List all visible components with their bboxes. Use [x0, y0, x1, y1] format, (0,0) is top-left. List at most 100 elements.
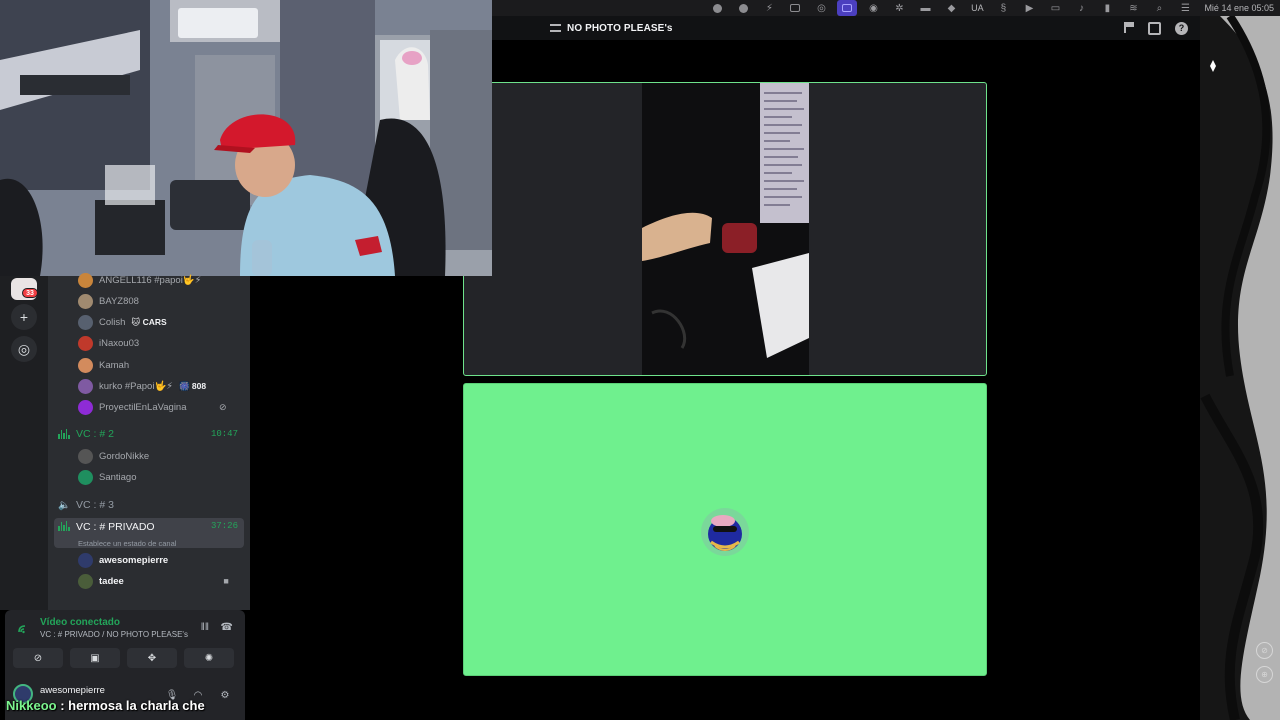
member-row[interactable]: BAYZ808 — [78, 292, 139, 310]
member-row[interactable]: tadee ■ — [78, 572, 229, 590]
battery-icon[interactable]: ▮ — [1094, 0, 1120, 16]
display-icon[interactable] — [782, 0, 808, 16]
target-icon[interactable]: ◎ — [808, 0, 834, 16]
member-tag: 🐱 CARS — [131, 317, 167, 328]
translate-icon[interactable]: ⊘ — [1256, 642, 1273, 659]
video-icon: ■ — [223, 576, 229, 586]
disconnect-icon[interactable]: ☎ — [221, 622, 233, 633]
language-indicator[interactable]: UA — [964, 0, 990, 16]
member-name: Kamah — [99, 359, 130, 371]
gear-icon[interactable]: ⚙ — [218, 688, 232, 702]
connection-channel[interactable]: VC : # PRIVADO / NO PHOTO PLEASE's — [40, 630, 188, 639]
member-row[interactable]: ANGELL116 #papoi🤟⚡ — [78, 271, 201, 289]
compass-icon: ◎ — [17, 340, 31, 357]
plus-icon: + — [19, 309, 29, 325]
server-rail: 33 + ◎ — [0, 276, 48, 610]
macos-menubar: ⚡ ◎ ◉ ✲ ▬ ◆ UA § ▶ ▭ ♪ ▮ ≋ ⌕ ☰ Mié 14 en… — [492, 0, 1280, 16]
desktop-wallpaper — [1200, 16, 1280, 720]
member-avatar — [78, 552, 93, 568]
activities-icon: ✥ — [147, 652, 157, 664]
bolt-icon[interactable]: ⚡ — [756, 0, 782, 16]
member-tag: 🎆 808 — [178, 381, 207, 391]
member-row[interactable]: GordoNikke — [78, 447, 149, 465]
voice-channel-vc3[interactable]: 🔈 VC : # 3 — [54, 495, 244, 515]
username[interactable]: awesomepierre — [40, 685, 105, 696]
member-row[interactable]: Santiago — [78, 469, 137, 487]
member-name: iNaxou03 — [99, 338, 140, 350]
member-avatar — [78, 293, 93, 309]
chat-username: Nikkeoo — [6, 698, 57, 713]
member-name: ANGELL116 #papoi🤟⚡ — [99, 274, 202, 286]
inbox-icon[interactable] — [1148, 21, 1161, 35]
member-row[interactable]: iNaxou03 — [78, 335, 139, 353]
signal-icon[interactable] — [17, 622, 31, 634]
stream-chat-message: Nikkeoo : hermosa la charla che — [6, 698, 205, 713]
window-titlebar: NO PHOTO PLEASE's ? — [492, 16, 1200, 40]
voice-channel-vc2[interactable]: VC : # 2 10:47 — [54, 424, 244, 444]
member-avatar — [78, 448, 93, 464]
voice-active-icon — [58, 521, 70, 531]
vc3-name: VC : # 3 — [76, 499, 114, 511]
screen-share-icon[interactable] — [837, 0, 858, 16]
camera-tile[interactable] — [463, 383, 987, 676]
muted-icon: ⊘ — [218, 402, 227, 413]
member-row[interactable]: ProyectilEnLaVagina ⊘ — [78, 399, 227, 417]
vc2-name: VC : # 2 — [76, 428, 114, 440]
member-row[interactable]: awesomepierre — [78, 551, 168, 569]
connection-status: Vídeo conectado — [40, 617, 121, 628]
private-channel-name: VC : # PRIVADO — [76, 521, 155, 533]
control-center-icon[interactable]: ☰ — [1172, 0, 1198, 16]
settings-icon[interactable]: ✲ — [886, 0, 912, 16]
message-icon[interactable]: ▭ — [1042, 0, 1068, 16]
add-server-button[interactable]: + — [11, 304, 37, 330]
noise-suppression-icon[interactable]: ‖‖ — [201, 622, 209, 633]
flag-icon[interactable] — [1124, 21, 1134, 33]
shared-screen-video — [642, 83, 809, 375]
vc2-timer: 10:47 — [210, 429, 238, 439]
voice-active-icon — [58, 429, 70, 439]
member-row[interactable]: kurko #Papoi🤟⚡ 🎆 808 — [78, 378, 206, 396]
arrows-icon[interactable]: ◆ — [938, 0, 964, 16]
play-icon[interactable]: ▶ — [1016, 0, 1042, 16]
participant-avatar — [701, 507, 749, 556]
avatar-icon — [708, 514, 742, 551]
speaker-icon: 🔈 — [58, 499, 71, 511]
member-avatar — [78, 315, 93, 331]
member-avatar — [78, 272, 93, 288]
member-name: tadee — [99, 575, 124, 587]
member-avatar — [78, 336, 93, 352]
member-name: awesomepierre — [99, 554, 169, 566]
search-icon[interactable]: ⌕ — [1146, 0, 1172, 16]
window-title: NO PHOTO PLEASE's — [567, 22, 673, 34]
voice-connected-panel: Vídeo conectado VC : # PRIVADO / NO PHOT… — [5, 610, 245, 676]
volume-icon[interactable]: ♪ — [1068, 0, 1094, 16]
camera-off-icon: ⊘ — [33, 652, 43, 664]
wifi-icon[interactable]: ≋ — [1120, 0, 1146, 16]
link-icon[interactable]: § — [990, 0, 1016, 16]
member-name: Santiago — [99, 472, 137, 483]
private-timer: 37:26 — [210, 521, 238, 531]
help-icon[interactable]: ? — [1175, 21, 1188, 35]
member-row[interactable]: Colish 🐱 CARS — [78, 314, 167, 332]
camera-toggle-button[interactable]: ⊘ — [13, 648, 63, 668]
channel-icon — [550, 24, 561, 32]
menubar-clock[interactable]: Mié 14 ene 05:05 — [1198, 3, 1280, 13]
discover-button[interactable]: ◎ — [11, 336, 37, 362]
soundboard-button[interactable]: ✺ — [184, 648, 234, 668]
activities-button[interactable]: ✥ — [127, 648, 177, 668]
channel-list: ANGELL116 #papoi🤟⚡ BAYZ808 Colish 🐱 CARS iNa… — [48, 272, 250, 610]
member-avatar — [78, 470, 93, 485]
channel-status-placeholder[interactable]: Establece un estado de canal — [78, 539, 176, 548]
bed-icon[interactable]: ▬ — [912, 0, 938, 16]
member-avatar — [78, 357, 93, 373]
screen-share-button[interactable]: ▣ — [70, 648, 120, 668]
screen-icon: ▣ — [90, 652, 100, 664]
creative-cloud-icon[interactable] — [730, 0, 756, 16]
globe-icon[interactable]: ⊕ — [1256, 666, 1273, 683]
eye-icon[interactable]: ◉ — [860, 0, 886, 16]
member-name: Colish — [99, 317, 126, 329]
member-avatar — [78, 379, 93, 394]
member-row[interactable]: Kamah — [78, 356, 129, 374]
record-icon[interactable] — [704, 0, 730, 16]
screen-share-tile[interactable] — [463, 82, 987, 376]
